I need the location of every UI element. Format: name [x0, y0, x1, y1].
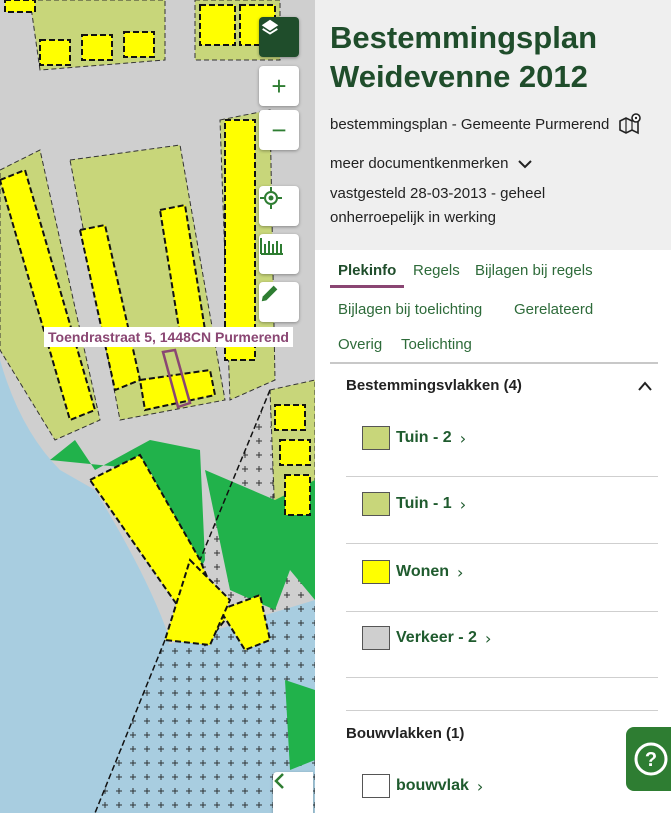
edit-button[interactable]: [259, 282, 299, 322]
collapse-panel-button[interactable]: [273, 772, 313, 813]
tab-bijlagen-regels[interactable]: Bijlagen bij regels: [475, 262, 593, 279]
divider: [346, 611, 658, 612]
plan-title: Bestemmingsplan Weidevenne 2012: [330, 20, 598, 94]
edit-icon: [261, 285, 278, 302]
tab-overig[interactable]: Overig: [338, 336, 382, 353]
panel-header: Bestemmingsplan Weidevenne 2012 bestemmi…: [315, 0, 671, 250]
divider: [346, 543, 658, 544]
chevron-right-icon: ›: [484, 628, 492, 648]
locate-button[interactable]: [259, 186, 299, 226]
chevron-up-icon[interactable]: [637, 380, 653, 392]
bouwvlak-item[interactable]: bouwvlak ›: [362, 774, 483, 798]
tab-bar: Plekinfo Regels Bijlagen bij regels Bijl…: [330, 250, 658, 364]
tab-bijlagen-toelichting[interactable]: Bijlagen bij toelichting: [338, 301, 482, 318]
layers-icon: [261, 19, 279, 35]
chevron-right-icon: ›: [457, 562, 464, 582]
map-view[interactable]: + − Toendrastraat 5, 1448CN Purmerend: [0, 0, 315, 813]
chevron-right-icon: ›: [476, 776, 484, 796]
tab-plekinfo[interactable]: Plekinfo: [338, 262, 396, 279]
bestemmingsvlakken-heading: Bestemmingsvlakken (4): [346, 377, 522, 394]
bestemming-item-wonen[interactable]: Wonen ›: [362, 560, 463, 584]
zoom-in-icon: +: [271, 71, 287, 101]
chevron-right-icon: ›: [459, 494, 467, 514]
meer-label: meer documentkenmerken: [330, 155, 509, 172]
info-panel: Bestemmingsplan Weidevenne 2012 bestemmi…: [315, 0, 671, 813]
chevron-down-icon: [518, 159, 533, 168]
plan-status: vastgesteld 28-03-2013 - geheel onherroe…: [330, 185, 546, 226]
color-swatch: [362, 626, 390, 650]
chevron-left-icon: [274, 773, 284, 789]
active-tab-indicator: [330, 285, 404, 288]
bestemming-label: Wonen: [396, 563, 450, 580]
bestemming-item-tuin-1[interactable]: Tuin - 1 ›: [362, 492, 466, 516]
bestemming-item-tuin-2[interactable]: Tuin - 2 ›: [362, 426, 466, 450]
locate-icon: [260, 187, 282, 209]
plan-subtitle: bestemmingsplan - Gemeente Purmerend: [330, 115, 610, 133]
color-swatch: [362, 492, 390, 516]
bestemming-label: Tuin - 2: [396, 429, 452, 446]
divider: [346, 710, 658, 711]
map-pin-icon[interactable]: [619, 113, 643, 135]
tab-gerelateerd[interactable]: Gerelateerd: [514, 301, 593, 318]
zoom-in-button[interactable]: +: [259, 66, 299, 106]
measure-button[interactable]: [259, 234, 299, 274]
help-icon: ?: [634, 742, 668, 776]
bestemming-item-verkeer-2[interactable]: Verkeer - 2 ›: [362, 626, 491, 650]
zoom-out-icon: −: [271, 115, 287, 145]
tab-regels[interactable]: Regels: [413, 262, 460, 279]
color-swatch: [362, 774, 390, 798]
tab-toelichting[interactable]: Toelichting: [401, 336, 472, 353]
bestemming-label: Verkeer - 2: [396, 629, 477, 646]
help-button[interactable]: ?: [626, 727, 671, 791]
bouwvlak-label: bouwvlak: [396, 777, 469, 794]
address-label: Toendrastraat 5, 1448CN Purmerend: [44, 327, 293, 347]
measure-icon: [260, 238, 283, 255]
bestemming-label: Tuin - 1: [396, 495, 452, 512]
plan-subtitle-row: bestemmingsplan - Gemeente Purmerend: [330, 113, 671, 135]
meer-documentkenmerken-toggle[interactable]: meer documentkenmerken: [330, 155, 671, 172]
color-swatch: [362, 560, 390, 584]
zoom-out-button[interactable]: −: [259, 110, 299, 150]
chevron-right-icon: ›: [459, 428, 467, 448]
svg-text:?: ?: [645, 749, 657, 771]
layers-button[interactable]: [259, 17, 299, 57]
divider: [346, 476, 658, 477]
bouwvlakken-heading: Bouwvlakken (1): [346, 725, 465, 742]
color-swatch: [362, 426, 390, 450]
divider: [346, 677, 658, 678]
